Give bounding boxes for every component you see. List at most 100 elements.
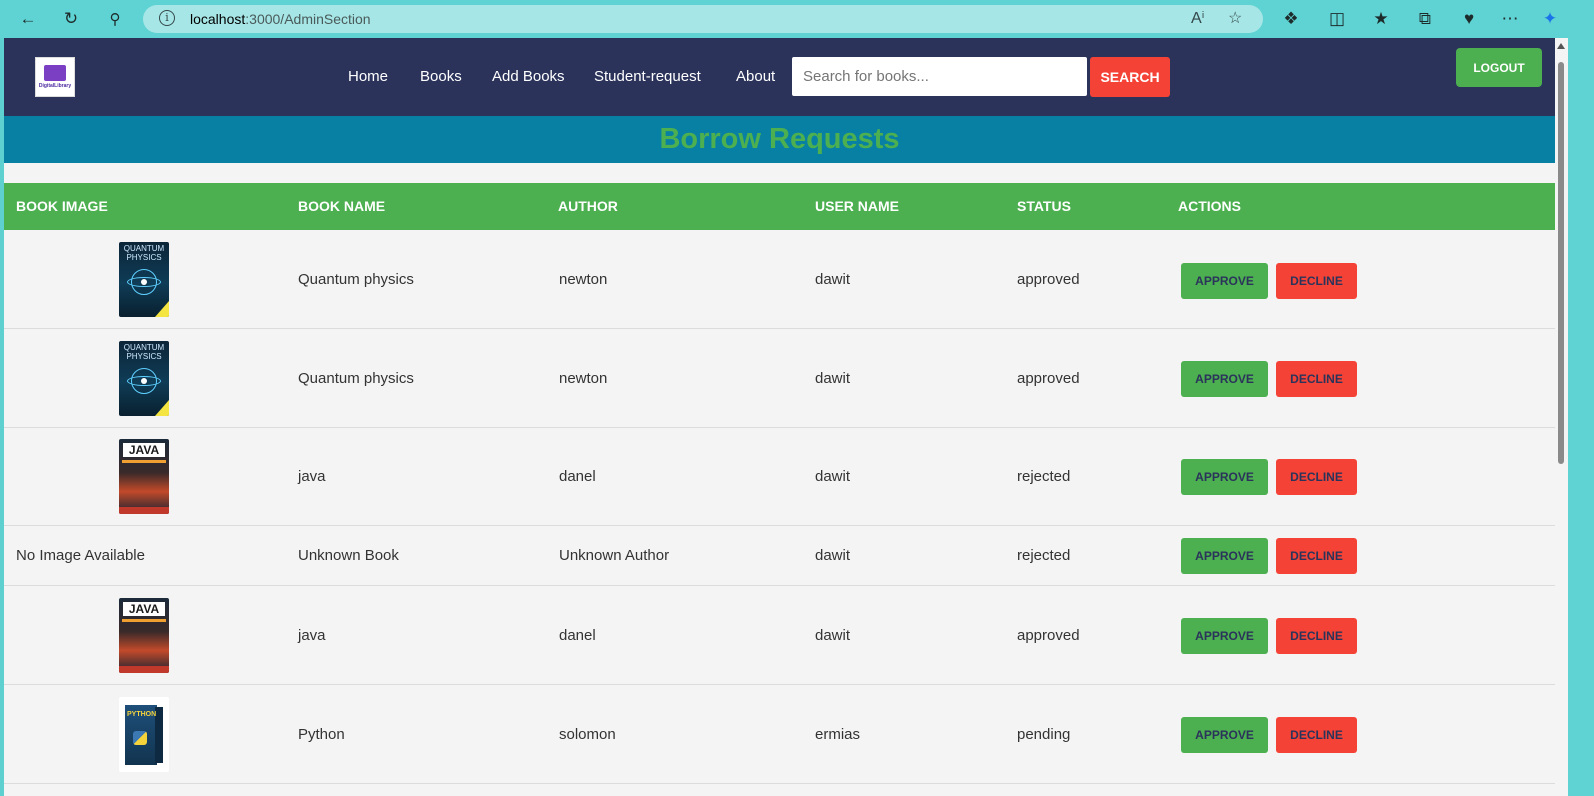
table-row: PYTHON Python solomon ermias pending APP…: [4, 685, 1555, 784]
browser-toolbar: ← ↻ ⚲ i localhost:3000/AdminSection Aⁱ ☆…: [0, 0, 1594, 38]
site-info-icon[interactable]: i: [159, 10, 175, 26]
table-row: QUANTUM PHYSICS Quantum physics newton d…: [4, 230, 1555, 329]
cover-title: JAVA: [123, 602, 165, 616]
status-text: rejected: [1017, 547, 1071, 564]
book-name: java: [298, 468, 326, 485]
status-text: approved: [1017, 370, 1080, 387]
decline-button[interactable]: DECLINE: [1276, 263, 1357, 299]
search-button[interactable]: SEARCH: [1090, 57, 1170, 97]
scroll-up-arrow-icon[interactable]: [1557, 43, 1565, 49]
user-name: dawit: [815, 468, 851, 485]
author-name: solomon: [559, 726, 616, 743]
table-row: No Image Available Unknown Book Unknown …: [4, 526, 1555, 586]
browser-essentials-icon[interactable]: ♥: [1458, 8, 1480, 30]
url-path: :3000/AdminSection: [245, 11, 371, 27]
header-user-name: USER NAME: [815, 198, 900, 214]
copilot-icon[interactable]: ✦: [1539, 8, 1561, 30]
nav-about[interactable]: About: [736, 68, 775, 85]
address-url: localhost:3000/AdminSection: [190, 11, 371, 27]
logout-button[interactable]: LOGOUT: [1456, 48, 1542, 87]
vertical-scrollbar[interactable]: [1555, 38, 1568, 796]
book-name: Unknown Book: [298, 547, 399, 564]
logo-mark-icon: [44, 65, 66, 81]
site-logo[interactable]: DigitalLibrary: [35, 57, 75, 97]
search-icon[interactable]: ⚲: [104, 8, 126, 30]
logo-text: DigitalLibrary: [38, 83, 72, 89]
book-cover-image: JAVA: [119, 439, 169, 514]
user-name: dawit: [815, 370, 851, 387]
decline-button[interactable]: DECLINE: [1276, 618, 1357, 654]
book-cover-image: PYTHON: [119, 697, 169, 772]
status-text: approved: [1017, 627, 1080, 644]
cover-band: [119, 666, 169, 673]
table-row: JAVA java danel dawit approved APPROVE D…: [4, 586, 1555, 685]
user-name: ermias: [815, 726, 861, 743]
app-viewport: DigitalLibrary Home Books Add Books Stud…: [4, 38, 1555, 796]
search-input[interactable]: [792, 57, 1087, 96]
cover-title: PYTHON: [127, 711, 157, 718]
header-author: AUTHOR: [558, 198, 618, 214]
approve-button[interactable]: APPROVE: [1181, 717, 1268, 753]
header-book-name: BOOK NAME: [298, 198, 386, 214]
author-name: newton: [559, 271, 608, 288]
address-bar[interactable]: i localhost:3000/AdminSection Aⁱ ☆: [143, 5, 1263, 33]
author-name: Unknown Author: [559, 547, 670, 564]
approve-button[interactable]: APPROVE: [1181, 459, 1268, 495]
user-name: dawit: [815, 547, 851, 564]
favorites-icon[interactable]: ★: [1370, 8, 1392, 30]
no-image-text: No Image Available: [16, 547, 145, 564]
cover-band: [119, 507, 169, 514]
table-header: BOOK IMAGE BOOK NAME AUTHOR USER NAME ST…: [4, 183, 1555, 230]
page-banner: Borrow Requests: [4, 116, 1555, 163]
decline-button[interactable]: DECLINE: [1276, 717, 1357, 753]
author-name: newton: [559, 370, 608, 387]
nav-student-request[interactable]: Student-request: [594, 68, 701, 85]
collections-icon[interactable]: ⧉: [1414, 8, 1436, 30]
header-book-image: BOOK IMAGE: [16, 198, 108, 214]
navbar: DigitalLibrary Home Books Add Books Stud…: [4, 38, 1555, 116]
author-name: danel: [559, 468, 596, 485]
nav-home[interactable]: Home: [348, 68, 388, 85]
decline-button[interactable]: DECLINE: [1276, 459, 1357, 495]
cover-title: QUANTUM PHYSICS: [123, 343, 165, 361]
book-cover-image: QUANTUM PHYSICS: [119, 341, 169, 416]
scrollbar-thumb[interactable]: [1558, 62, 1564, 464]
refresh-icon[interactable]: ↻: [60, 8, 82, 30]
cover-stripe: [122, 619, 166, 622]
approve-button[interactable]: APPROVE: [1181, 361, 1268, 397]
back-arrow-icon[interactable]: ←: [17, 8, 39, 30]
cover-title: QUANTUM PHYSICS: [123, 244, 165, 262]
extensions-icon[interactable]: ❖: [1280, 8, 1302, 30]
header-actions: ACTIONS: [1178, 198, 1241, 214]
status-text: rejected: [1017, 468, 1071, 485]
author-name: danel: [559, 627, 596, 644]
book-name: java: [298, 627, 326, 644]
user-name: dawit: [815, 271, 851, 288]
favorite-star-icon[interactable]: ☆: [1228, 8, 1242, 28]
approve-button[interactable]: APPROVE: [1181, 618, 1268, 654]
approve-button[interactable]: APPROVE: [1181, 263, 1268, 299]
url-host: localhost: [190, 11, 246, 27]
split-screen-icon[interactable]: ◫: [1326, 8, 1348, 30]
book-name: Quantum physics: [298, 271, 414, 288]
page-title: Borrow Requests: [659, 123, 900, 155]
table-row: QUANTUM PHYSICS Quantum physics newton d…: [4, 329, 1555, 428]
approve-button[interactable]: APPROVE: [1181, 538, 1268, 574]
window-edge: [1568, 38, 1594, 796]
status-text: approved: [1017, 271, 1080, 288]
python-logo-icon: [133, 731, 147, 745]
atom-core: [141, 378, 147, 384]
header-status: STATUS: [1017, 198, 1071, 214]
atom-core: [141, 279, 147, 285]
decline-button[interactable]: DECLINE: [1276, 361, 1357, 397]
decline-button[interactable]: DECLINE: [1276, 538, 1357, 574]
book-cover-image: QUANTUM PHYSICS: [119, 242, 169, 317]
read-aloud-icon[interactable]: Aⁱ: [1191, 8, 1205, 28]
nav-books[interactable]: Books: [420, 68, 462, 85]
more-menu-icon[interactable]: ⋯: [1499, 8, 1521, 30]
status-text: pending: [1017, 726, 1071, 743]
nav-add-books[interactable]: Add Books: [492, 68, 565, 85]
cover-box-side: [155, 707, 163, 763]
cover-badge: [155, 400, 169, 416]
book-name: Python: [298, 726, 345, 743]
